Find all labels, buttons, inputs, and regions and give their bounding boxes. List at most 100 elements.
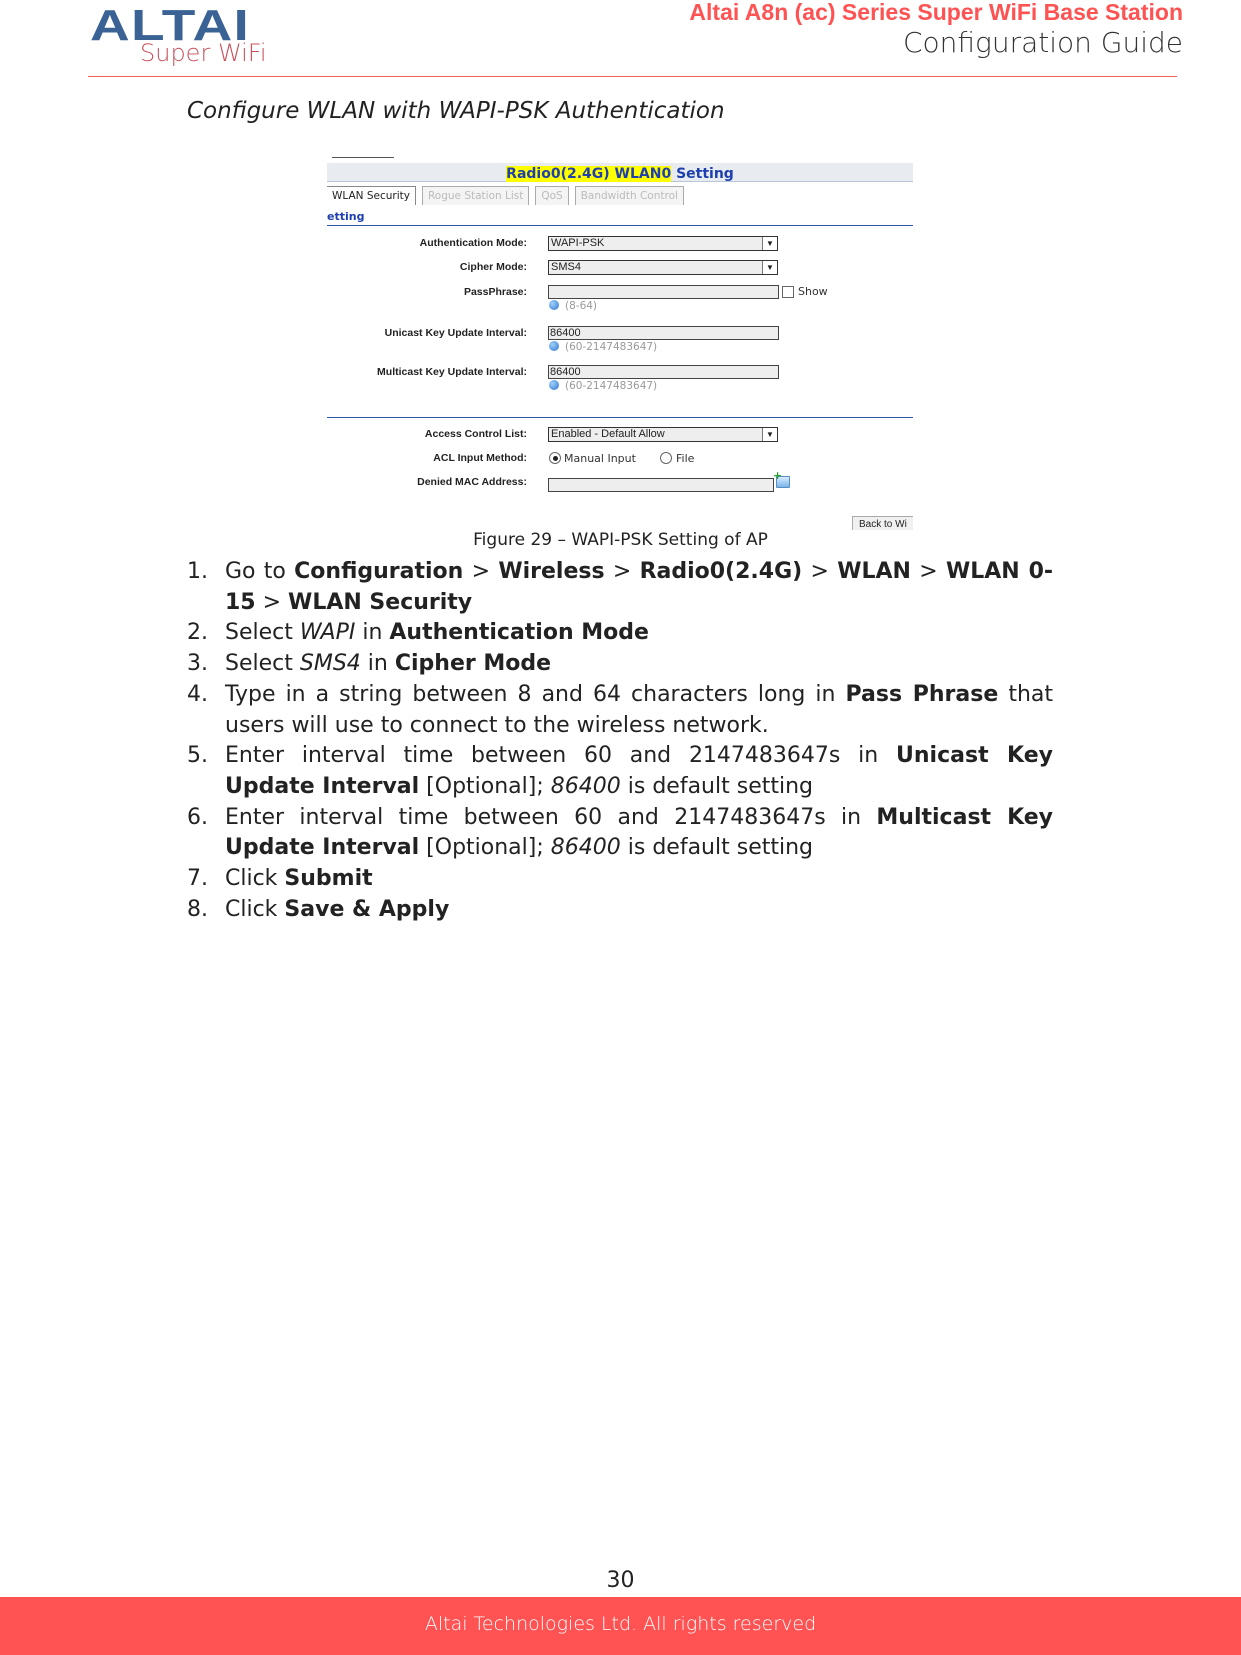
- figure-acl-divider: [327, 417, 913, 418]
- acl-label: Access Control List:: [424, 428, 527, 440]
- tab-wlan-security[interactable]: WLAN Security: [327, 186, 416, 205]
- document-subtitle: Configuration Guide: [902, 26, 1183, 59]
- figure-tab-bar: WLAN Security Rogue Station List QoS Ban…: [327, 186, 684, 206]
- chevron-down-icon: ▼: [762, 428, 777, 441]
- add-mac-icon[interactable]: [773, 469, 790, 488]
- multicast-hint: (60-2147483647): [549, 380, 657, 392]
- chevron-down-icon: ▼: [762, 237, 777, 250]
- document-title: Altai A8n (ac) Series Super WiFi Base St…: [689, 0, 1183, 25]
- footer-band: Altai Technologies Ltd. All rights reser…: [0, 1597, 1241, 1655]
- step-item: 8. Click Save & Apply: [187, 895, 1053, 926]
- step-text: is default setting: [620, 835, 813, 861]
- step-value: SMS4: [299, 651, 361, 677]
- step-item: 4. Type in a string between 8 and 64 char…: [187, 680, 1053, 741]
- manual-input-radio[interactable]: [549, 452, 561, 464]
- step-item: 7. Click Submit: [187, 864, 1053, 895]
- passphrase-input[interactable]: [548, 285, 779, 299]
- step-text: Enter interval time between 60 and 21474…: [225, 743, 897, 769]
- step-text: in: [355, 620, 390, 646]
- figure-section-divider: [327, 225, 913, 226]
- step-text: Select: [225, 620, 300, 646]
- section-heading: Configure WLAN with WAPI-PSK Authenticat…: [187, 98, 725, 124]
- cipher-mode-select[interactable]: SMS4 ▼: [548, 260, 778, 275]
- step-text: is default setting: [620, 773, 813, 799]
- help-icon: [549, 300, 559, 310]
- step-item: 3. Select SMS4 in Cipher Mode: [187, 649, 1053, 680]
- step-term: WLAN: [837, 559, 911, 584]
- cipher-mode-value: SMS4: [551, 261, 581, 273]
- multicast-row: Multicast Key Update Interval: 86400 (60…: [327, 364, 913, 392]
- step-term: Wireless: [498, 559, 605, 584]
- unicast-interval-input[interactable]: 86400: [548, 326, 779, 340]
- step-number: 8.: [187, 896, 208, 922]
- step-text: Click: [225, 866, 285, 892]
- step-number: 7.: [187, 866, 208, 892]
- step-text: >: [910, 559, 946, 584]
- figure-title-highlight: Radio0(2.4G) WLAN0: [506, 166, 672, 182]
- step-text: in: [360, 651, 395, 677]
- step-term: Submit: [284, 866, 373, 892]
- multicast-label: Multicast Key Update Interval:: [377, 366, 527, 378]
- unicast-hint-text: (60-2147483647): [565, 341, 658, 353]
- step-text: Go to: [225, 559, 295, 584]
- unicast-hint: (60-2147483647): [549, 341, 657, 353]
- step-term: WLAN Security: [288, 589, 473, 615]
- acl-method-label: ACL Input Method:: [433, 452, 527, 464]
- footer-copyright: Altai Technologies Ltd. All rights reser…: [424, 1613, 817, 1635]
- auth-mode-row: Authentication Mode: WAPI-PSK ▼: [327, 235, 913, 253]
- acl-select[interactable]: Enabled - Default Allow ▼: [548, 427, 778, 442]
- multicast-hint-text: (60-2147483647): [565, 380, 658, 392]
- step-term: Authentication Mode: [389, 620, 649, 646]
- figure-title: Radio0(2.4G) WLAN0 Setting: [506, 166, 734, 182]
- step-term: Save & Apply: [284, 896, 450, 922]
- show-passphrase-checkbox[interactable]: [782, 286, 794, 298]
- file-label: File: [676, 452, 695, 465]
- passphrase-hint-text: (8-64): [565, 300, 598, 312]
- tab-qos[interactable]: QoS: [535, 186, 569, 205]
- step-text: >: [255, 589, 289, 615]
- step-number: 3.: [187, 651, 208, 677]
- acl-row: Access Control List: Enabled - Default A…: [327, 426, 913, 444]
- step-item: 6. Enter interval time between 60 and 214…: [187, 803, 1053, 864]
- file-radio[interactable]: [660, 452, 672, 464]
- page-number: 30: [606, 1568, 635, 1593]
- acl-value: Enabled - Default Allow: [551, 428, 665, 440]
- altai-logo: ALTAI Super WiFi: [90, 4, 325, 67]
- show-label: Show: [798, 285, 828, 298]
- tab-bandwidth-control[interactable]: Bandwidth Control: [574, 186, 684, 205]
- step-value: WAPI: [299, 620, 356, 646]
- auth-mode-select[interactable]: WAPI-PSK ▼: [548, 236, 778, 251]
- step-term: Pass Phrase: [845, 681, 999, 707]
- figure-decoration-line: [332, 157, 394, 158]
- figure-caption: Figure 29 – WAPI-PSK Setting of AP: [473, 530, 768, 550]
- denied-mac-row: Denied MAC Address:: [327, 469, 913, 492]
- denied-mac-label: Denied MAC Address:: [417, 476, 527, 488]
- figure-section-label: etting: [327, 210, 365, 223]
- back-button[interactable]: Back to Wi: [852, 516, 913, 530]
- chevron-down-icon: ▼: [762, 261, 777, 274]
- logo-tagline: Super WiFi: [140, 39, 267, 67]
- step-term: Radio0(2.4G): [639, 559, 803, 584]
- cipher-mode-row: Cipher Mode: SMS4 ▼: [327, 259, 913, 277]
- multicast-interval-input[interactable]: 86400: [548, 365, 779, 379]
- header-divider: [88, 76, 1177, 77]
- auth-mode-label: Authentication Mode:: [419, 237, 527, 249]
- step-number: 1.: [187, 559, 208, 584]
- screenshot-figure: Radio0(2.4G) WLAN0 Setting WLAN Security…: [327, 152, 913, 530]
- step-text: >: [802, 559, 838, 584]
- tab-rogue-station-list[interactable]: Rogue Station List: [421, 186, 530, 205]
- step-term: Cipher Mode: [394, 651, 552, 677]
- step-text: Enter interval time between 60 and 21474…: [225, 804, 877, 830]
- denied-mac-input[interactable]: [548, 478, 774, 492]
- cipher-mode-label: Cipher Mode:: [459, 261, 527, 273]
- figure-title-bar: Radio0(2.4G) WLAN0 Setting: [327, 163, 913, 182]
- manual-input-label: Manual Input: [564, 452, 636, 465]
- step-text: >: [604, 559, 640, 584]
- unicast-row: Unicast Key Update Interval: 86400 (60-2…: [327, 325, 913, 353]
- step-text: [Optional];: [419, 835, 551, 861]
- help-icon: [549, 341, 559, 351]
- step-item: 5. Enter interval time between 60 and 214…: [187, 741, 1053, 802]
- step-value: 86400: [550, 835, 621, 861]
- unicast-label: Unicast Key Update Interval:: [384, 327, 527, 339]
- passphrase-hint: (8-64): [549, 300, 597, 312]
